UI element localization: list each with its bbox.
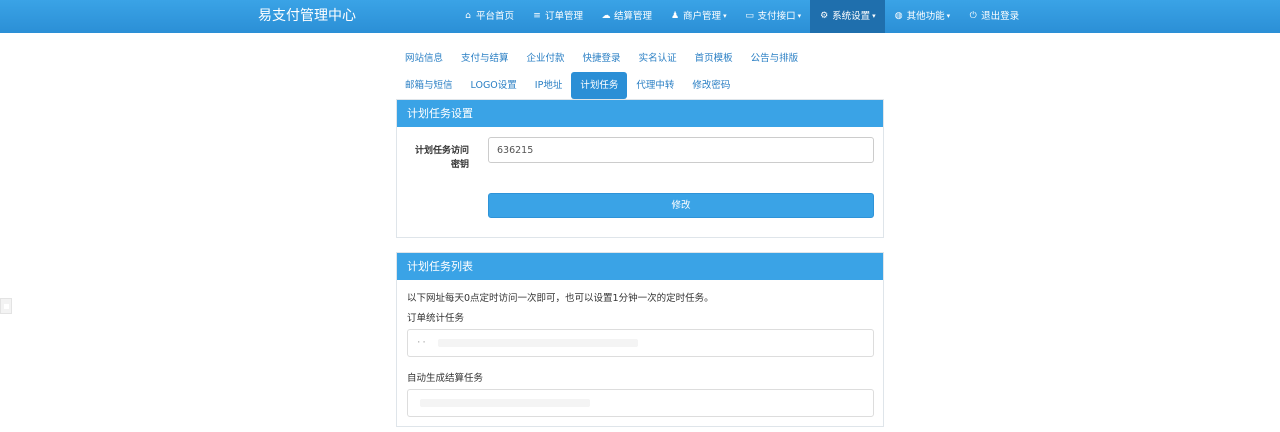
cron-key-label: 计划任务访问密钥 (414, 146, 469, 170)
tab-row-2: 邮箱与短信 LOGO设置 IP地址 计划任务 代理中转 修改密码 (396, 72, 884, 99)
tab-change-password[interactable]: 修改密码 (683, 72, 739, 99)
nav-label: 订单管理 (545, 11, 584, 22)
modify-button[interactable]: 修改 (488, 193, 874, 218)
tab-site-info[interactable]: 网站信息 (396, 45, 452, 72)
nav-label: 商户管理 (683, 11, 722, 22)
redacted-url (420, 398, 590, 407)
list-icon: ≡ (533, 11, 541, 21)
tab-cron-tasks[interactable]: 计划任务 (571, 72, 628, 99)
cron-description: 以下网址每天0点定时访问一次即可，也可以设置1分钟一次的定时任务。 (407, 293, 714, 304)
home-icon: ⌂ (465, 11, 471, 21)
panel-title: 计划任务列表 (397, 253, 883, 280)
nav-label: 其他功能 (906, 11, 945, 22)
power-icon: ⏻ (969, 11, 977, 21)
auto-settlement-task-url[interactable] (407, 389, 874, 417)
tab-logo-settings[interactable]: LOGO设置 (462, 72, 526, 99)
nav-merchants[interactable]: ♟ 商户管理 ▾ (661, 0, 736, 33)
order-stats-task-url[interactable]: ·· (407, 329, 874, 357)
caret-down-icon: ▾ (723, 12, 727, 20)
floating-side-button[interactable] (0, 298, 12, 314)
cron-list-panel: 计划任务列表 以下网址每天0点定时访问一次即可，也可以设置1分钟一次的定时任务。… (396, 252, 884, 427)
tab-announcement-layout[interactable]: 公告与排版 (742, 45, 808, 72)
user-icon: ♟ (671, 11, 680, 21)
redacted-url (438, 338, 639, 347)
cron-key-input[interactable] (488, 137, 874, 163)
tab-email-sms[interactable]: 邮箱与短信 (396, 72, 462, 99)
panel-title: 计划任务设置 (397, 100, 883, 127)
tab-proxy[interactable]: 代理中转 (627, 72, 683, 99)
tab-payment-settlement[interactable]: 支付与结算 (452, 45, 518, 72)
caret-down-icon: ▾ (797, 12, 802, 20)
main-nav: ⌂ 平台首页 ≡ 订单管理 ☁ 结算管理 ♟ 商户管理 ▾ ▭ 支付接口 ▾ ⚙… (454, 0, 1028, 33)
nav-other-functions[interactable]: ◍ 其他功能 ▾ (885, 0, 960, 33)
brand-title[interactable]: 易支付管理中心 (258, 0, 356, 33)
nav-logout[interactable]: ⏻ 退出登录 (959, 0, 1028, 33)
url-text: ·· (416, 338, 427, 348)
nav-home[interactable]: ⌂ 平台首页 (454, 0, 523, 33)
tab-ip-address[interactable]: IP地址 (526, 72, 572, 99)
tab-quick-login[interactable]: 快捷登录 (574, 45, 630, 72)
nav-label: 平台首页 (476, 11, 515, 22)
cloud-icon: ☁ (601, 11, 611, 21)
nav-payment-interface[interactable]: ▭ 支付接口 ▾ (736, 0, 811, 33)
nav-label: 退出登录 (981, 11, 1020, 22)
nav-label: 支付接口 (757, 11, 796, 22)
order-stats-task-label: 订单统计任务 (407, 313, 465, 324)
caret-down-icon: ▾ (946, 12, 951, 20)
gear-icon: ⚙ (820, 11, 829, 21)
nav-system-settings[interactable]: ⚙ 系统设置 ▾ (810, 0, 885, 33)
caret-down-icon: ▾ (872, 12, 876, 20)
nav-settlement[interactable]: ☁ 结算管理 (592, 0, 661, 33)
cron-settings-panel: 计划任务设置 计划任务访问密钥 修改 (396, 99, 884, 238)
tab-homepage-template[interactable]: 首页模板 (686, 45, 742, 72)
settings-tabs: 网站信息 支付与结算 企业付款 快捷登录 实名认证 首页模板 公告与排版 邮箱与… (396, 45, 884, 99)
tab-row-1: 网站信息 支付与结算 企业付款 快捷登录 实名认证 首页模板 公告与排版 (396, 45, 884, 72)
tab-real-name-auth[interactable]: 实名认证 (630, 45, 686, 72)
nav-label: 系统设置 (832, 11, 871, 22)
top-navbar: 易支付管理中心 ⌂ 平台首页 ≡ 订单管理 ☁ 结算管理 ♟ 商户管理 ▾ ▭ … (0, 0, 1280, 33)
nav-orders[interactable]: ≡ 订单管理 (523, 0, 592, 33)
tab-enterprise-payment[interactable]: 企业付款 (518, 45, 574, 72)
credit-card-icon: ▭ (745, 11, 754, 21)
auto-settlement-task-label: 自动生成结算任务 (407, 373, 484, 384)
nav-label: 结算管理 (614, 11, 653, 22)
globe-icon: ◍ (894, 11, 903, 21)
